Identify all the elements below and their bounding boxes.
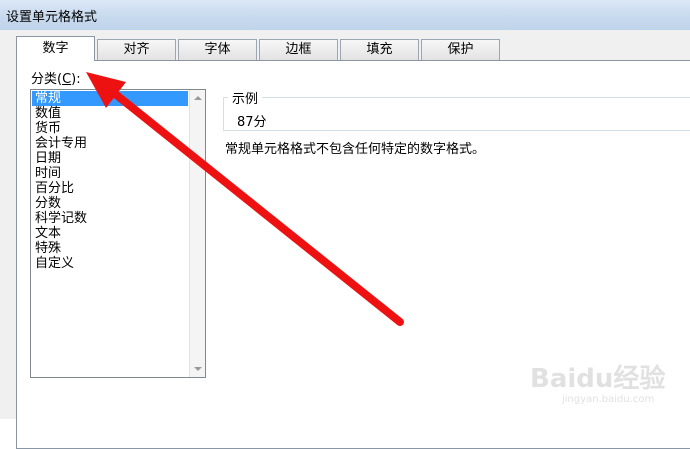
triangle-down-icon bbox=[193, 367, 202, 371]
category-scrollbar[interactable] bbox=[189, 90, 205, 377]
category-item-special[interactable]: 特殊 bbox=[32, 241, 188, 256]
category-item-currency[interactable]: 货币 bbox=[32, 121, 188, 136]
sample-groupbox bbox=[223, 97, 690, 131]
category-list-items: 常规 数值 货币 会计专用 日期 时间 百分比 分数 科学记数 文本 特殊 自定… bbox=[32, 91, 188, 271]
tab-border[interactable]: 边框 bbox=[259, 39, 338, 60]
sample-value: 87分 bbox=[237, 115, 267, 130]
category-item-date[interactable]: 日期 bbox=[32, 151, 188, 166]
tab-alignment[interactable]: 对齐 bbox=[97, 39, 176, 60]
category-item-percentage[interactable]: 百分比 bbox=[32, 181, 188, 196]
category-item-text[interactable]: 文本 bbox=[32, 226, 188, 241]
category-item-number[interactable]: 数值 bbox=[32, 106, 188, 121]
tab-number[interactable]: 数字 bbox=[16, 36, 95, 61]
tab-protection[interactable]: 保护 bbox=[421, 39, 500, 60]
category-listbox[interactable]: 常规 数值 货币 会计专用 日期 时间 百分比 分数 科学记数 文本 特殊 自定… bbox=[30, 89, 206, 378]
category-item-time[interactable]: 时间 bbox=[32, 166, 188, 181]
category-item-scientific[interactable]: 科学记数 bbox=[32, 211, 188, 226]
scroll-down-button[interactable] bbox=[190, 361, 205, 377]
scroll-up-button[interactable] bbox=[190, 90, 205, 106]
tab-font[interactable]: 字体 bbox=[178, 39, 257, 60]
category-item-general[interactable]: 常规 bbox=[32, 91, 188, 106]
window-title: 设置单元格格式 bbox=[6, 10, 98, 25]
watermark: Baidu经验 jingyan.baidu.com bbox=[530, 358, 680, 408]
tab-strip: 数字 对齐 字体 边框 填充 保护 bbox=[16, 36, 502, 61]
category-item-custom[interactable]: 自定义 bbox=[32, 256, 188, 271]
category-label-prefix: 分类( bbox=[31, 72, 63, 87]
tab-fill[interactable]: 填充 bbox=[340, 39, 419, 60]
category-item-fraction[interactable]: 分数 bbox=[32, 196, 188, 211]
category-label: 分类(C): bbox=[31, 68, 81, 87]
format-description: 常规单元格格式不包含任何特定的数字格式。 bbox=[225, 142, 486, 157]
category-label-key: C bbox=[62, 72, 72, 87]
watermark-site: jingyan.baidu.com bbox=[562, 394, 655, 405]
title-bar[interactable]: 设置单元格格式 bbox=[0, 0, 690, 30]
category-item-accounting[interactable]: 会计专用 bbox=[32, 136, 188, 151]
triangle-up-icon bbox=[193, 96, 202, 100]
sample-legend: 示例 bbox=[228, 88, 263, 107]
watermark-brand: Baidu经验 bbox=[530, 364, 666, 394]
category-label-suffix: ): bbox=[71, 72, 81, 87]
